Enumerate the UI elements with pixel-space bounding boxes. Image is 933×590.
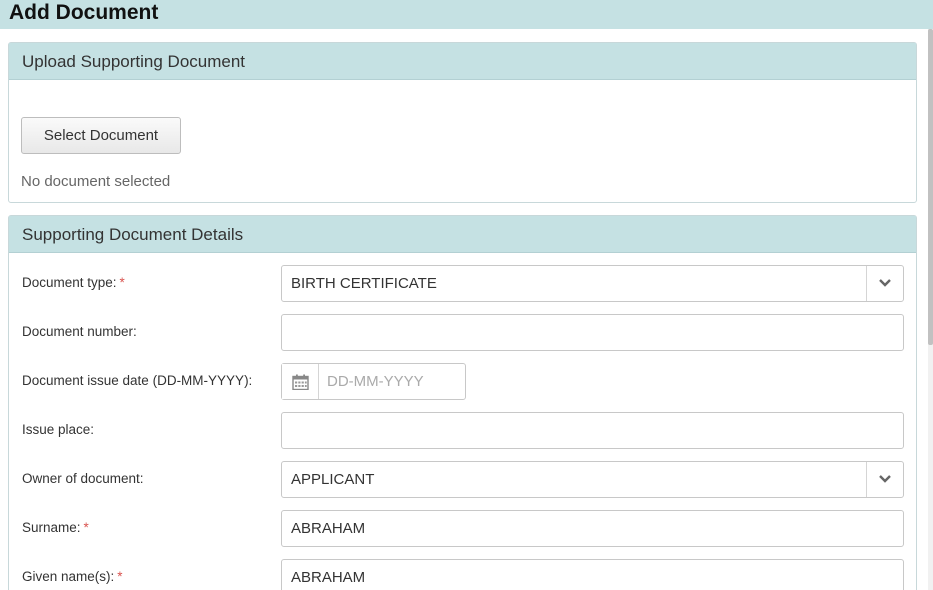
form-row-given-names: Given name(s): * (9, 559, 916, 590)
surname-label: Surname: * (22, 520, 89, 535)
owner-value: APPLICANT (291, 471, 375, 488)
form-row-issue-place: Issue place: (9, 412, 916, 450)
scrollbar-thumb[interactable] (928, 29, 933, 345)
issue-date-picker[interactable] (281, 363, 466, 400)
required-marker: * (117, 569, 123, 584)
given-names-label: Given name(s): * (22, 569, 123, 584)
upload-panel-heading: Upload Supporting Document (9, 43, 916, 80)
required-marker: * (119, 275, 125, 290)
upload-panel: Upload Supporting Document Select Docume… (8, 42, 917, 203)
owner-select[interactable]: APPLICANT (281, 461, 904, 498)
required-marker: * (83, 520, 89, 535)
given-names-label-text: Given name(s): (22, 569, 115, 584)
issue-place-input[interactable] (281, 412, 904, 449)
issue-date-input[interactable] (320, 364, 465, 399)
form-row-owner: Owner of document: APPLICANT (9, 461, 916, 499)
owner-label: Owner of document: (22, 471, 144, 486)
owner-dropdown-toggle[interactable] (866, 462, 903, 497)
document-type-label: Document type: * (22, 275, 125, 290)
form-row-document-number: Document number: (9, 314, 916, 352)
chevron-down-icon (879, 475, 891, 483)
details-panel-heading: Supporting Document Details (9, 216, 916, 253)
page-title: Add Document (0, 0, 933, 29)
issue-date-label: Document issue date (DD-MM-YYYY): (22, 373, 253, 388)
upload-status: No document selected (21, 173, 171, 190)
details-panel: Supporting Document Details Document typ… (8, 215, 917, 590)
scrollbar[interactable] (928, 29, 933, 590)
document-number-input[interactable] (281, 314, 904, 351)
given-names-input[interactable] (281, 559, 904, 590)
form-row-issue-date: Document issue date (DD-MM-YYYY): (9, 363, 916, 401)
issue-place-label: Issue place: (22, 422, 95, 437)
calendar-icon (292, 374, 309, 390)
form-row-document-type: Document type: * BIRTH CERTIFICATE (9, 265, 916, 303)
select-document-button[interactable]: Select Document (21, 117, 181, 154)
document-number-label: Document number: (22, 324, 137, 339)
chevron-down-icon (879, 279, 891, 287)
document-type-select[interactable]: BIRTH CERTIFICATE (281, 265, 904, 302)
form-row-surname: Surname: * (9, 510, 916, 548)
document-type-value: BIRTH CERTIFICATE (291, 275, 437, 292)
document-type-dropdown-toggle[interactable] (866, 266, 903, 301)
calendar-button[interactable] (282, 364, 319, 399)
surname-input[interactable] (281, 510, 904, 547)
document-type-label-text: Document type: (22, 275, 117, 290)
surname-label-text: Surname: (22, 520, 81, 535)
